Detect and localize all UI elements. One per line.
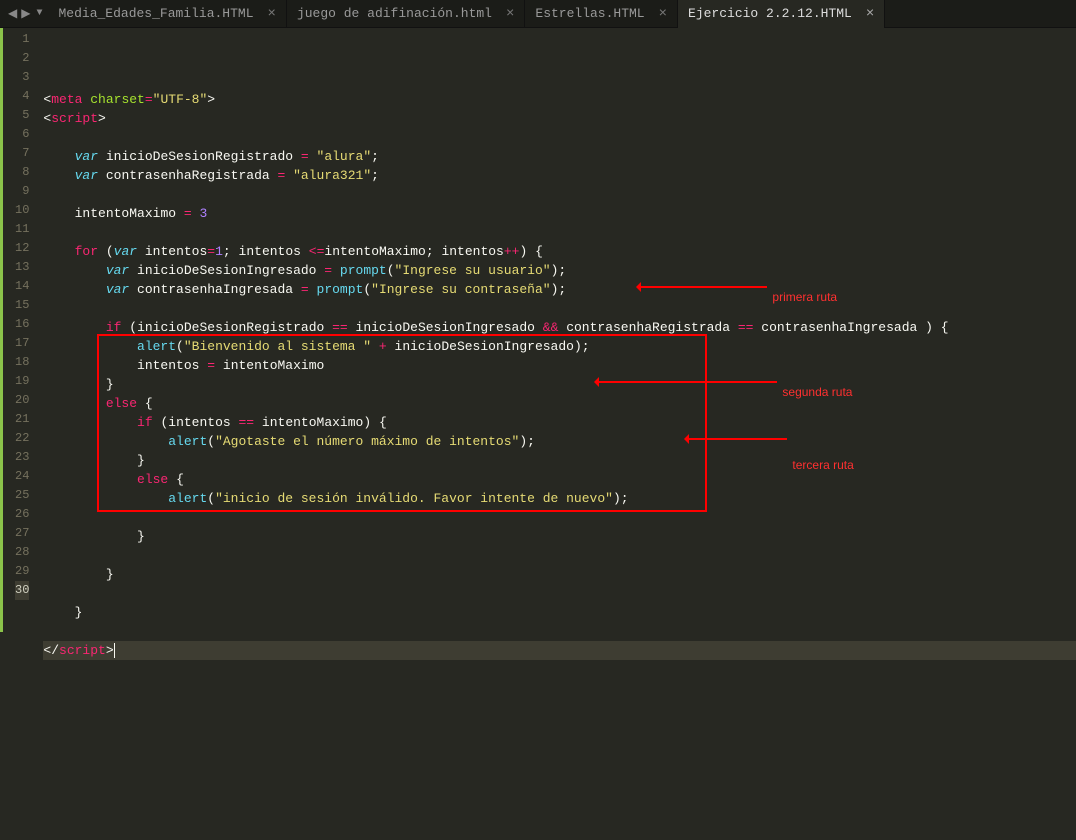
tab-juego-adivinacion[interactable]: juego de adifinación.html × [287, 0, 525, 28]
close-icon[interactable]: × [506, 6, 514, 22]
code-line[interactable]: alert("Bienvenido al sistema " + inicioD… [43, 337, 1076, 356]
line-number: 3 [15, 68, 29, 87]
nav-back-icon[interactable]: ◀ [6, 6, 19, 21]
code-line[interactable]: <meta charset="UTF-8"> [43, 90, 1076, 109]
tab-nav: ◀ ▶ ▼ [0, 6, 48, 21]
code-line[interactable]: else { [43, 470, 1076, 489]
line-number: 20 [15, 391, 29, 410]
code-line[interactable]: intentos = intentoMaximo [43, 356, 1076, 375]
close-icon[interactable]: × [659, 6, 667, 22]
line-number: 16 [15, 315, 29, 334]
code-line[interactable]: </script> [43, 641, 1076, 660]
line-number: 10 [15, 201, 29, 220]
line-number: 2 [15, 49, 29, 68]
line-number: 12 [15, 239, 29, 258]
code-line[interactable] [43, 508, 1076, 527]
code-line[interactable]: var inicioDeSesionRegistrado = "alura"; [43, 147, 1076, 166]
code-line[interactable] [43, 223, 1076, 242]
line-number: 30 [15, 581, 29, 600]
code-line[interactable]: intentoMaximo = 3 [43, 204, 1076, 223]
tab-label: Media_Edades_Familia.HTML [58, 6, 253, 21]
line-gutter: 1234567891011121314151617181920212223242… [3, 28, 37, 632]
line-number: 6 [15, 125, 29, 144]
line-number: 15 [15, 296, 29, 315]
code-line[interactable]: } [43, 451, 1076, 470]
line-number: 18 [15, 353, 29, 372]
line-number: 25 [15, 486, 29, 505]
line-number: 27 [15, 524, 29, 543]
line-number: 21 [15, 410, 29, 429]
code-line[interactable] [43, 546, 1076, 565]
code-line[interactable] [43, 584, 1076, 603]
close-icon[interactable]: × [866, 6, 874, 22]
code-area[interactable]: <meta charset="UTF-8"><script> var inici… [37, 28, 1076, 632]
code-line[interactable]: var contrasenhaIngresada = prompt("Ingre… [43, 280, 1076, 299]
line-number: 11 [15, 220, 29, 239]
code-line[interactable]: } [43, 603, 1076, 622]
line-number: 24 [15, 467, 29, 486]
code-line[interactable]: var inicioDeSesionIngresado = prompt("In… [43, 261, 1076, 280]
line-number: 8 [15, 163, 29, 182]
line-number: 22 [15, 429, 29, 448]
code-line[interactable] [43, 299, 1076, 318]
nav-forward-icon[interactable]: ▶ [19, 6, 32, 21]
code-line[interactable]: } [43, 565, 1076, 584]
code-line[interactable] [43, 185, 1076, 204]
code-line[interactable]: alert("inicio de sesión inválido. Favor … [43, 489, 1076, 508]
code-line[interactable]: } [43, 375, 1076, 394]
line-number: 28 [15, 543, 29, 562]
tab-label: juego de adifinación.html [297, 6, 492, 21]
line-number: 5 [15, 106, 29, 125]
close-icon[interactable]: × [268, 6, 276, 22]
nav-dropdown-icon[interactable]: ▼ [32, 8, 42, 19]
line-number: 26 [15, 505, 29, 524]
code-line[interactable]: alert("Agotaste el número máximo de inte… [43, 432, 1076, 451]
tab-estrellas[interactable]: Estrellas.HTML × [525, 0, 678, 28]
tab-bar: ◀ ▶ ▼ Media_Edades_Familia.HTML × juego … [0, 0, 1076, 28]
line-number: 29 [15, 562, 29, 581]
line-number: 17 [15, 334, 29, 353]
tab-label: Ejercicio 2.2.12.HTML [688, 6, 852, 21]
tab-ejercicio-2-2-12[interactable]: Ejercicio 2.2.12.HTML × [678, 0, 885, 28]
line-number: 1 [15, 30, 29, 49]
code-line[interactable]: } [43, 527, 1076, 546]
line-number: 4 [15, 87, 29, 106]
tab-media-edades[interactable]: Media_Edades_Familia.HTML × [48, 0, 286, 28]
line-number: 14 [15, 277, 29, 296]
line-number: 7 [15, 144, 29, 163]
line-number: 19 [15, 372, 29, 391]
code-line[interactable]: else { [43, 394, 1076, 413]
code-line[interactable]: for (var intentos=1; intentos <=intentoM… [43, 242, 1076, 261]
code-line[interactable] [43, 128, 1076, 147]
code-line[interactable]: if (inicioDeSesionRegistrado == inicioDe… [43, 318, 1076, 337]
code-line[interactable]: <script> [43, 109, 1076, 128]
code-line[interactable]: if (intentos == intentoMaximo) { [43, 413, 1076, 432]
line-number: 9 [15, 182, 29, 201]
editor: 1234567891011121314151617181920212223242… [0, 28, 1076, 632]
code-line[interactable]: var contrasenhaRegistrada = "alura321"; [43, 166, 1076, 185]
line-number: 23 [15, 448, 29, 467]
line-number: 13 [15, 258, 29, 277]
tab-label: Estrellas.HTML [535, 6, 644, 21]
